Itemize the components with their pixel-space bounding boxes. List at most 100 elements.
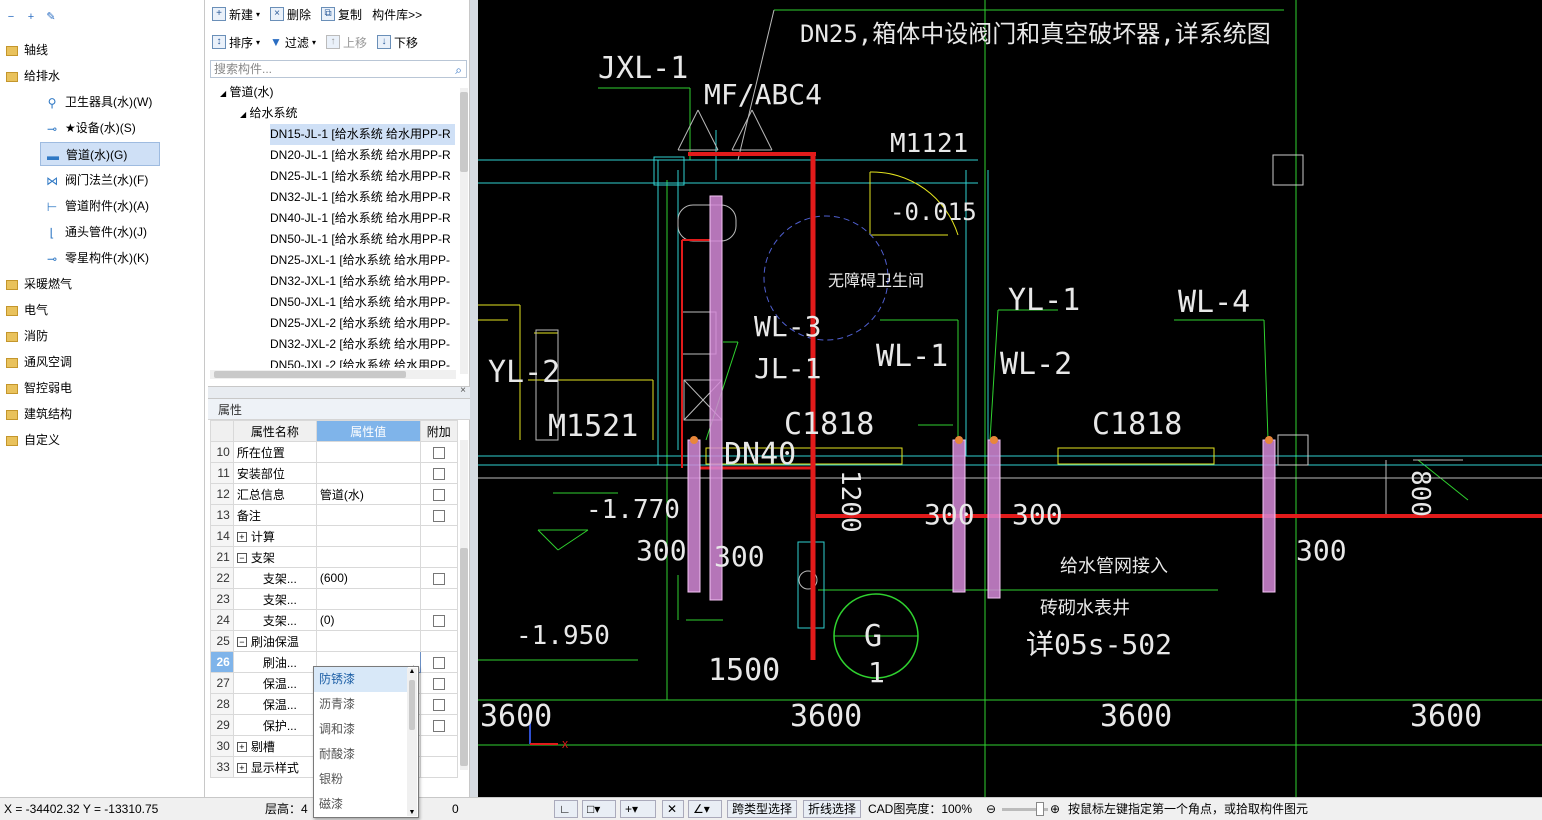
property-row[interactable]: 23 支架... — [210, 588, 459, 610]
component-list-item[interactable]: DN20-JL-1 [给水系统 给水用PP-R — [270, 145, 451, 166]
component-list-item[interactable]: DN32-JXL-1 [给水系统 给水用PP- — [270, 271, 450, 292]
property-row[interactable]: 13 备注 — [210, 504, 459, 526]
sort-button[interactable]: ↕ 排序 ▾ — [212, 34, 260, 51]
tree-item[interactable]: ⊸ 零星构件(水)(K) — [44, 246, 149, 270]
tree-item[interactable]: ⌊ 通头管件(水)(J) — [44, 220, 147, 244]
scroll-down-icon[interactable]: ▼ — [407, 809, 417, 816]
property-row[interactable]: 14 + 计算 — [210, 525, 459, 547]
extra-checkbox[interactable] — [432, 614, 445, 627]
property-value[interactable] — [315, 525, 421, 547]
collapse-icon[interactable]: − — [236, 637, 247, 648]
cross-type-select-button[interactable]: 跨类型选择 — [727, 800, 798, 818]
new-button[interactable]: + 新建 ▾ — [212, 6, 260, 23]
minus-icon[interactable]: ⊖ — [986, 798, 996, 820]
scroll-up-icon[interactable]: ▲ — [407, 668, 417, 675]
expand-icon[interactable]: + — [236, 763, 247, 774]
move-down-button[interactable]: ↓ 下移 — [376, 34, 418, 51]
component-list-item[interactable]: DN32-JL-1 [给水系统 给水用PP-R — [270, 187, 451, 208]
property-value[interactable]: (600) — [315, 567, 421, 589]
extra-checkbox[interactable] — [432, 446, 445, 459]
extra-checkbox[interactable] — [432, 656, 445, 669]
dropdown-option[interactable]: 磁漆 — [314, 792, 408, 817]
edit-icon[interactable]: ✎ — [44, 11, 58, 23]
property-row[interactable]: 25− 刷油保温 — [210, 630, 459, 652]
tree-item[interactable]: 自定义 — [6, 428, 60, 452]
tree-item[interactable]: ⚲ 卫生器具(水)(W) — [44, 90, 153, 114]
tree-item[interactable]: 消防 — [6, 324, 48, 348]
tree-group-node[interactable]: ◢ 给水系统 — [240, 103, 298, 124]
expand-icon[interactable]: + — [236, 532, 247, 543]
dropdown-option[interactable]: 银粉 — [314, 767, 408, 792]
tree-item[interactable]: ⋈ 阀门法兰(水)(F) — [44, 168, 148, 192]
cross-select-toggle[interactable]: ✕ — [662, 800, 684, 818]
copy-button[interactable]: ⧉ 复制 — [321, 6, 362, 23]
dropdown-option[interactable]: 沥青漆 — [314, 692, 408, 717]
library-button[interactable]: 构件库>> — [372, 6, 422, 23]
paint-type-dropdown[interactable]: 防锈漆 沥青漆 调和漆 耐酸漆 银粉 磁漆 ▲ ▼ — [313, 666, 419, 818]
property-value[interactable] — [315, 504, 421, 526]
property-row[interactable]: 22 支架... (600) — [210, 567, 459, 589]
component-list-item[interactable]: DN50-JL-1 [给水系统 给水用PP-R — [270, 229, 451, 250]
expand-all-icon[interactable]: + — [24, 11, 38, 23]
collapse-all-icon[interactable]: − — [4, 11, 18, 23]
extra-checkbox[interactable] — [432, 719, 445, 732]
dropdown-option[interactable]: 调和漆 — [314, 717, 408, 742]
property-value[interactable] — [315, 630, 421, 652]
property-value[interactable] — [315, 546, 421, 568]
extra-checkbox[interactable] — [432, 698, 445, 711]
angle-toggle[interactable]: ∠▾ — [688, 800, 722, 818]
slider-handle[interactable] — [1036, 802, 1044, 816]
property-value[interactable]: 管道(水) — [315, 483, 421, 505]
panel-splitter[interactable] — [470, 0, 478, 797]
properties-scrollbar[interactable] — [460, 440, 468, 770]
delete-button[interactable]: × 删除 — [270, 6, 311, 23]
close-icon[interactable]: × — [460, 385, 466, 396]
extra-checkbox[interactable] — [432, 509, 445, 522]
property-row[interactable]: 24 支架... (0) — [210, 609, 459, 631]
component-list-item[interactable]: DN40-JL-1 [给水系统 给水用PP-R — [270, 208, 451, 229]
search-icon[interactable]: ⌕ — [455, 62, 462, 78]
component-list-item[interactable]: DN25-JXL-2 [给水系统 给水用PP- — [270, 313, 450, 334]
property-row[interactable]: 12 汇总信息 管道(水) — [210, 483, 459, 505]
property-value[interactable]: (0) — [315, 609, 421, 631]
tree-item[interactable]: 轴线 — [6, 38, 48, 62]
dropdown-scrollbar[interactable]: ▲ ▼ — [407, 668, 417, 816]
property-value[interactable] — [315, 588, 421, 610]
scrollbar-thumb[interactable] — [214, 371, 406, 378]
component-search-input[interactable]: 搜索构件... ⌕ — [210, 60, 467, 78]
cad-drawing[interactable]: DN25,箱体中设阀门和真空破坏器,详系统图 JXL-1 MF/ABC4 M11… — [478, 0, 1542, 797]
dynamic-input-toggle[interactable]: +▾ — [620, 800, 656, 818]
component-list-item[interactable]: DN25-JXL-1 [给水系统 给水用PP- — [270, 250, 450, 271]
tree-item[interactable]: 电气 — [6, 298, 48, 322]
component-list-item[interactable]: DN50-JXL-1 [给水系统 给水用PP- — [270, 292, 450, 313]
tree-item[interactable]: 给排水 — [6, 64, 60, 88]
polyline-select-button[interactable]: 折线选择 — [803, 800, 862, 818]
collapse-triangle-icon[interactable]: ◢ — [240, 110, 246, 119]
component-list-item[interactable]: DN25-JL-1 [给水系统 给水用PP-R — [270, 166, 451, 187]
tree-item[interactable]: ▬ 管道(水)(G) — [40, 142, 160, 166]
extra-checkbox[interactable] — [432, 488, 445, 501]
cad-drawing-canvas[interactable]: DN25,箱体中设阀门和真空破坏器,详系统图 JXL-1 MF/ABC4 M11… — [478, 0, 1542, 797]
component-list-item[interactable]: DN32-JXL-2 [给水系统 给水用PP- — [270, 334, 450, 355]
extra-checkbox[interactable] — [432, 677, 445, 690]
dropdown-option[interactable]: 防锈漆 — [314, 667, 408, 692]
tree-root-node[interactable]: ◢ 管道(水) — [220, 82, 274, 103]
tree-item[interactable]: 通风空调 — [6, 350, 72, 374]
property-row[interactable]: 11 安装部位 — [210, 462, 459, 484]
orthogonal-toggle[interactable]: ∟ — [554, 800, 578, 818]
property-value[interactable] — [315, 462, 421, 484]
extra-checkbox[interactable] — [432, 572, 445, 585]
filter-button[interactable]: ▼ 过滤 ▾ — [270, 34, 316, 51]
property-row[interactable]: 10 所在位置 — [210, 441, 459, 463]
tree-item[interactable]: ⊸ ★设备(水)(S) — [44, 116, 136, 140]
expand-icon[interactable]: + — [236, 742, 247, 753]
tree-item[interactable]: ⊢ 管道附件(水)(A) — [44, 194, 149, 218]
property-value[interactable] — [315, 441, 421, 463]
tree-item[interactable]: 建筑结构 — [6, 402, 72, 426]
component-list-item[interactable]: DN15-JL-1 [给水系统 给水用PP-R — [270, 124, 455, 145]
tree-item[interactable]: 智控弱电 — [6, 376, 72, 400]
component-list-scrollbar[interactable] — [460, 88, 468, 374]
extra-checkbox[interactable] — [432, 467, 445, 480]
plus-icon[interactable]: ⊕ — [1050, 798, 1060, 820]
collapse-icon[interactable]: − — [236, 553, 247, 564]
